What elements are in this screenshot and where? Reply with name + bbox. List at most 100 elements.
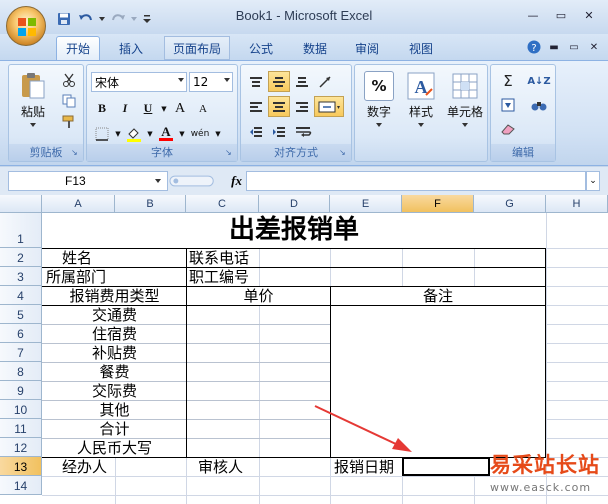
borders-button[interactable] xyxy=(91,123,113,144)
ribbon-restore-icon[interactable]: ▭ xyxy=(566,39,582,55)
column-header-b[interactable]: B xyxy=(115,195,186,213)
format-painter-button[interactable] xyxy=(59,113,79,131)
decrease-indent-button[interactable] xyxy=(245,121,267,142)
cell-a12: 人民币大写 xyxy=(76,439,152,457)
tab-home[interactable]: 开始 xyxy=(56,36,100,60)
close-button[interactable]: ✕ xyxy=(576,6,602,24)
name-box[interactable]: F13 xyxy=(8,171,168,191)
worksheet[interactable]: A B C D E F G H 1 2 3 4 5 6 7 8 9 10 11 … xyxy=(0,195,608,504)
bold-button[interactable]: B xyxy=(91,98,113,119)
font-style-row: B I U ▼ A A xyxy=(91,98,214,119)
wrap-text-button[interactable] xyxy=(291,121,317,142)
column-header-h[interactable]: H xyxy=(546,195,608,213)
maximize-button[interactable]: ▭ xyxy=(548,6,574,24)
number-button[interactable]: % 数字 xyxy=(359,67,399,131)
row-header-7[interactable]: 7 xyxy=(0,343,42,362)
row-header-12[interactable]: 12 xyxy=(0,438,42,457)
ribbon-minimize-icon[interactable]: ▬ xyxy=(546,39,562,55)
row-header-6[interactable]: 6 xyxy=(0,324,42,343)
text-orientation-button[interactable] xyxy=(314,71,336,92)
align-center-button[interactable] xyxy=(268,96,290,117)
alignment-launcher-icon[interactable]: ↘ xyxy=(339,148,349,158)
shrink-font-button[interactable]: A xyxy=(192,98,214,119)
cell-a9: 交际费 xyxy=(91,382,137,400)
fill-color-dropdown-icon[interactable]: ▼ xyxy=(146,123,154,144)
ribbon-tabs: 开始 插入 页面布局 公式 数据 审阅 视图 ? ▬ ▭ ✕ xyxy=(0,34,608,60)
row-header-10[interactable]: 10 xyxy=(0,400,42,419)
tab-view[interactable]: 视图 xyxy=(398,36,444,60)
row-header-14[interactable]: 14 xyxy=(0,476,42,495)
cell-a2: 姓名 xyxy=(62,249,93,267)
ribbon-close-icon[interactable]: ✕ xyxy=(586,39,602,55)
tab-formulas[interactable]: 公式 xyxy=(238,36,284,60)
copy-button[interactable] xyxy=(59,92,79,110)
align-top-button[interactable] xyxy=(245,71,267,92)
row-header-13[interactable]: 13 xyxy=(0,457,42,476)
phonetic-dropdown-icon[interactable]: ▼ xyxy=(214,123,222,144)
tab-insert[interactable]: 插入 xyxy=(108,36,154,60)
merge-center-icon xyxy=(318,101,340,112)
office-button[interactable] xyxy=(6,6,46,46)
font-name-select[interactable]: 宋体 xyxy=(91,72,187,92)
cut-button[interactable] xyxy=(59,71,79,89)
row-header-5[interactable]: 5 xyxy=(0,305,42,324)
column-header-f[interactable]: F xyxy=(402,195,474,213)
phonetic-button[interactable]: wén xyxy=(187,123,213,144)
row-header-3[interactable]: 3 xyxy=(0,267,42,286)
select-all-corner[interactable] xyxy=(0,195,42,213)
column-header-e[interactable]: E xyxy=(330,195,402,213)
borders-dropdown-icon[interactable]: ▼ xyxy=(114,123,122,144)
align-left-button[interactable] xyxy=(245,96,267,117)
tab-review[interactable]: 审阅 xyxy=(344,36,390,60)
borders-icon xyxy=(95,127,109,141)
insert-function-button[interactable]: fx xyxy=(231,173,242,189)
binoculars-icon xyxy=(531,102,547,111)
formula-expand-icon[interactable]: ⌄ xyxy=(586,171,600,191)
increase-indent-icon xyxy=(273,126,285,137)
font-color-button[interactable]: A xyxy=(155,123,177,144)
align-middle-button[interactable] xyxy=(268,71,290,92)
sort-filter-button[interactable]: A↓Z xyxy=(525,71,553,91)
underline-button[interactable]: U xyxy=(137,98,159,119)
increase-indent-button[interactable] xyxy=(268,121,290,142)
column-header-c[interactable]: C xyxy=(186,195,259,213)
formula-input[interactable] xyxy=(246,171,586,191)
autosum-button[interactable]: Σ xyxy=(495,71,521,91)
grow-font-button[interactable]: A xyxy=(169,98,191,119)
column-header-a[interactable]: A xyxy=(42,195,115,213)
font-launcher-icon[interactable]: ↘ xyxy=(225,148,235,158)
vertical-align-row xyxy=(245,71,336,92)
find-select-button[interactable] xyxy=(525,95,553,115)
column-header-d[interactable]: D xyxy=(259,195,330,213)
paste-button[interactable]: 粘贴 xyxy=(13,67,53,131)
help-icon[interactable]: ? xyxy=(526,39,542,55)
align-right-button[interactable] xyxy=(291,96,313,117)
align-center-icon xyxy=(273,101,285,112)
tab-page-layout[interactable]: 页面布局 xyxy=(164,36,230,60)
font-color-swatch xyxy=(159,138,173,141)
row-header-1[interactable]: 1 xyxy=(0,213,42,248)
minimize-button[interactable]: — xyxy=(520,6,546,24)
row-header-2[interactable]: 2 xyxy=(0,248,42,267)
row-header-4[interactable]: 4 xyxy=(0,286,42,305)
fill-color-button[interactable] xyxy=(123,123,145,144)
clear-button[interactable] xyxy=(495,119,521,139)
tab-data[interactable]: 数据 xyxy=(292,36,338,60)
underline-dropdown-icon[interactable]: ▼ xyxy=(160,98,168,119)
ribbon-controls: ? ▬ ▭ ✕ xyxy=(526,39,602,55)
number-styles-cells-group: % 数字 A 样式 单元格 xyxy=(354,64,488,162)
cells-button[interactable]: 单元格 xyxy=(443,67,487,131)
fill-button[interactable] xyxy=(495,95,521,115)
font-color-dropdown-icon[interactable]: ▼ xyxy=(178,123,186,144)
align-bottom-button[interactable] xyxy=(291,71,313,92)
font-size-select[interactable]: 12 xyxy=(189,72,233,92)
row-header-9[interactable]: 9 xyxy=(0,381,42,400)
styles-button[interactable]: A 样式 xyxy=(401,67,441,131)
italic-button[interactable]: I xyxy=(114,98,136,119)
row-header-11[interactable]: 11 xyxy=(0,419,42,438)
merge-center-button[interactable] xyxy=(314,96,344,117)
row-header-8[interactable]: 8 xyxy=(0,362,42,381)
column-header-g[interactable]: G xyxy=(474,195,546,213)
clipboard-launcher-icon[interactable]: ↘ xyxy=(71,148,81,158)
cell-e4: 备注 xyxy=(422,287,453,305)
